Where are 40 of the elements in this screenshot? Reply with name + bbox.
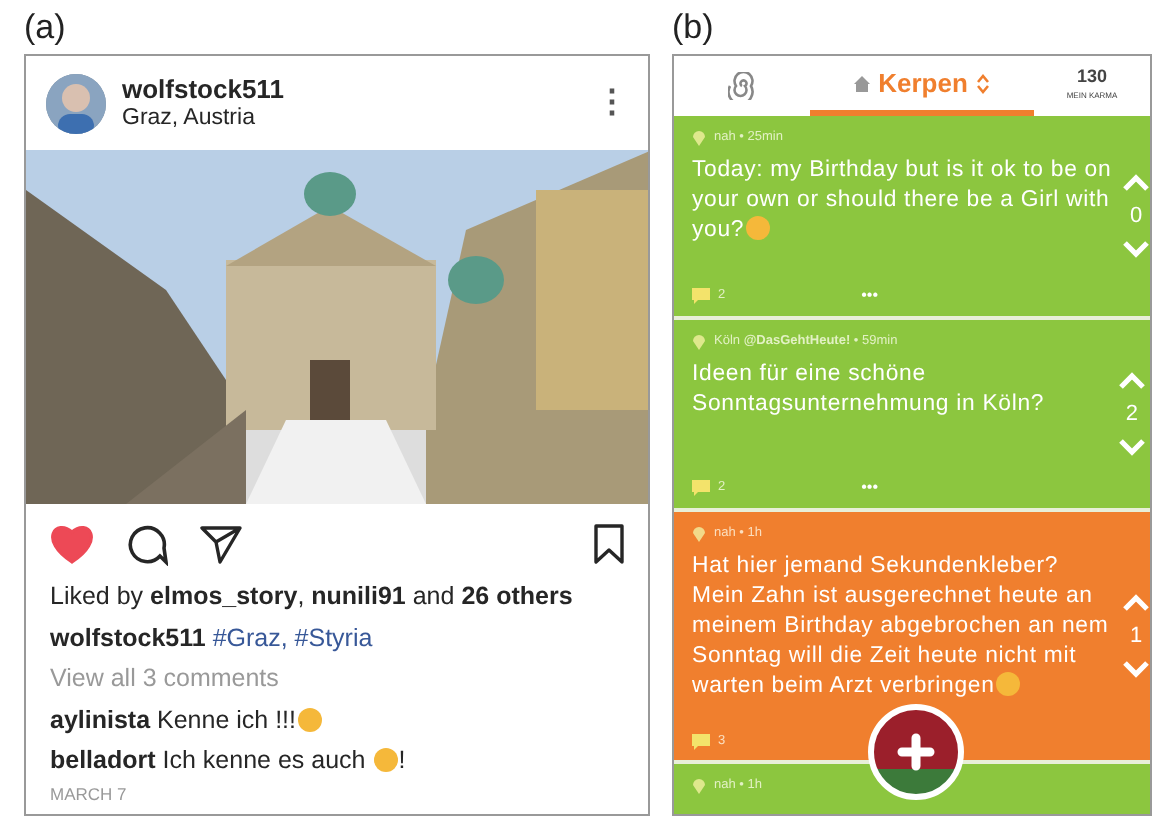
location-pin-icon	[692, 524, 706, 543]
sort-icon	[975, 73, 990, 93]
comment-text: Ich kenne es auch	[162, 746, 368, 774]
home-icon	[854, 75, 871, 91]
more-button[interactable]: ⋮	[596, 79, 628, 127]
post-text: Hat hier jemand Sekundenkleber? Mein Zahn ist ausgerechnet heute an meinem Birthday abgebrochen an nem Sonntag will die Zeit heute nicht mit warten beim Arzt verbringen	[692, 551, 1111, 702]
location-text[interactable]: Graz, Austria	[122, 104, 580, 132]
downvote-icon[interactable]	[1122, 240, 1150, 259]
vote-count: 1	[1129, 621, 1143, 652]
upvote-icon[interactable]	[1122, 173, 1150, 192]
figure-label: (a)	[24, 6, 68, 50]
bookmark-icon[interactable]	[594, 524, 624, 564]
figure-label: (b)	[672, 6, 716, 50]
location-pin-icon	[692, 128, 706, 147]
comment-icon[interactable]	[126, 523, 168, 565]
downvote-icon[interactable]	[1122, 660, 1150, 679]
karma-count: 130	[1074, 66, 1110, 86]
comment-username[interactable]: aylinista	[50, 705, 151, 733]
upvote-icon[interactable]	[1122, 593, 1150, 612]
comment-username[interactable]: belladort	[50, 746, 156, 774]
post-text: Today: my Birthday but is it ok to be on your own or should there be a Girl with you?	[692, 155, 1114, 246]
vote-count: 2	[1125, 399, 1138, 430]
caption-username[interactable]: wolfstock511	[50, 623, 206, 651]
like-icon[interactable]	[50, 524, 94, 564]
comment-text: !	[398, 746, 406, 774]
upvote-icon[interactable]	[1117, 371, 1146, 390]
send-icon[interactable]	[200, 524, 242, 564]
likes-text: Liked by elmos_story, nunili91 and 26 others	[48, 580, 575, 614]
plus-icon	[896, 732, 936, 772]
username[interactable]: wolfstock511	[122, 74, 580, 104]
spiral-icon[interactable]	[728, 72, 756, 100]
location-pin-icon	[692, 332, 706, 351]
hashtags[interactable]: #Graz, #Styria	[212, 623, 373, 651]
location-pin-icon	[692, 776, 706, 795]
comment-text: Kenne ich !!!	[157, 705, 297, 733]
post-text: Ideen für eine schöne Sonntagsunternehmung in Köln?	[692, 359, 1047, 420]
avatar[interactable]	[46, 73, 106, 133]
downvote-icon[interactable]	[1117, 438, 1146, 457]
post-date: MARCH 7	[48, 781, 129, 807]
vote-count: 0	[1129, 201, 1143, 232]
